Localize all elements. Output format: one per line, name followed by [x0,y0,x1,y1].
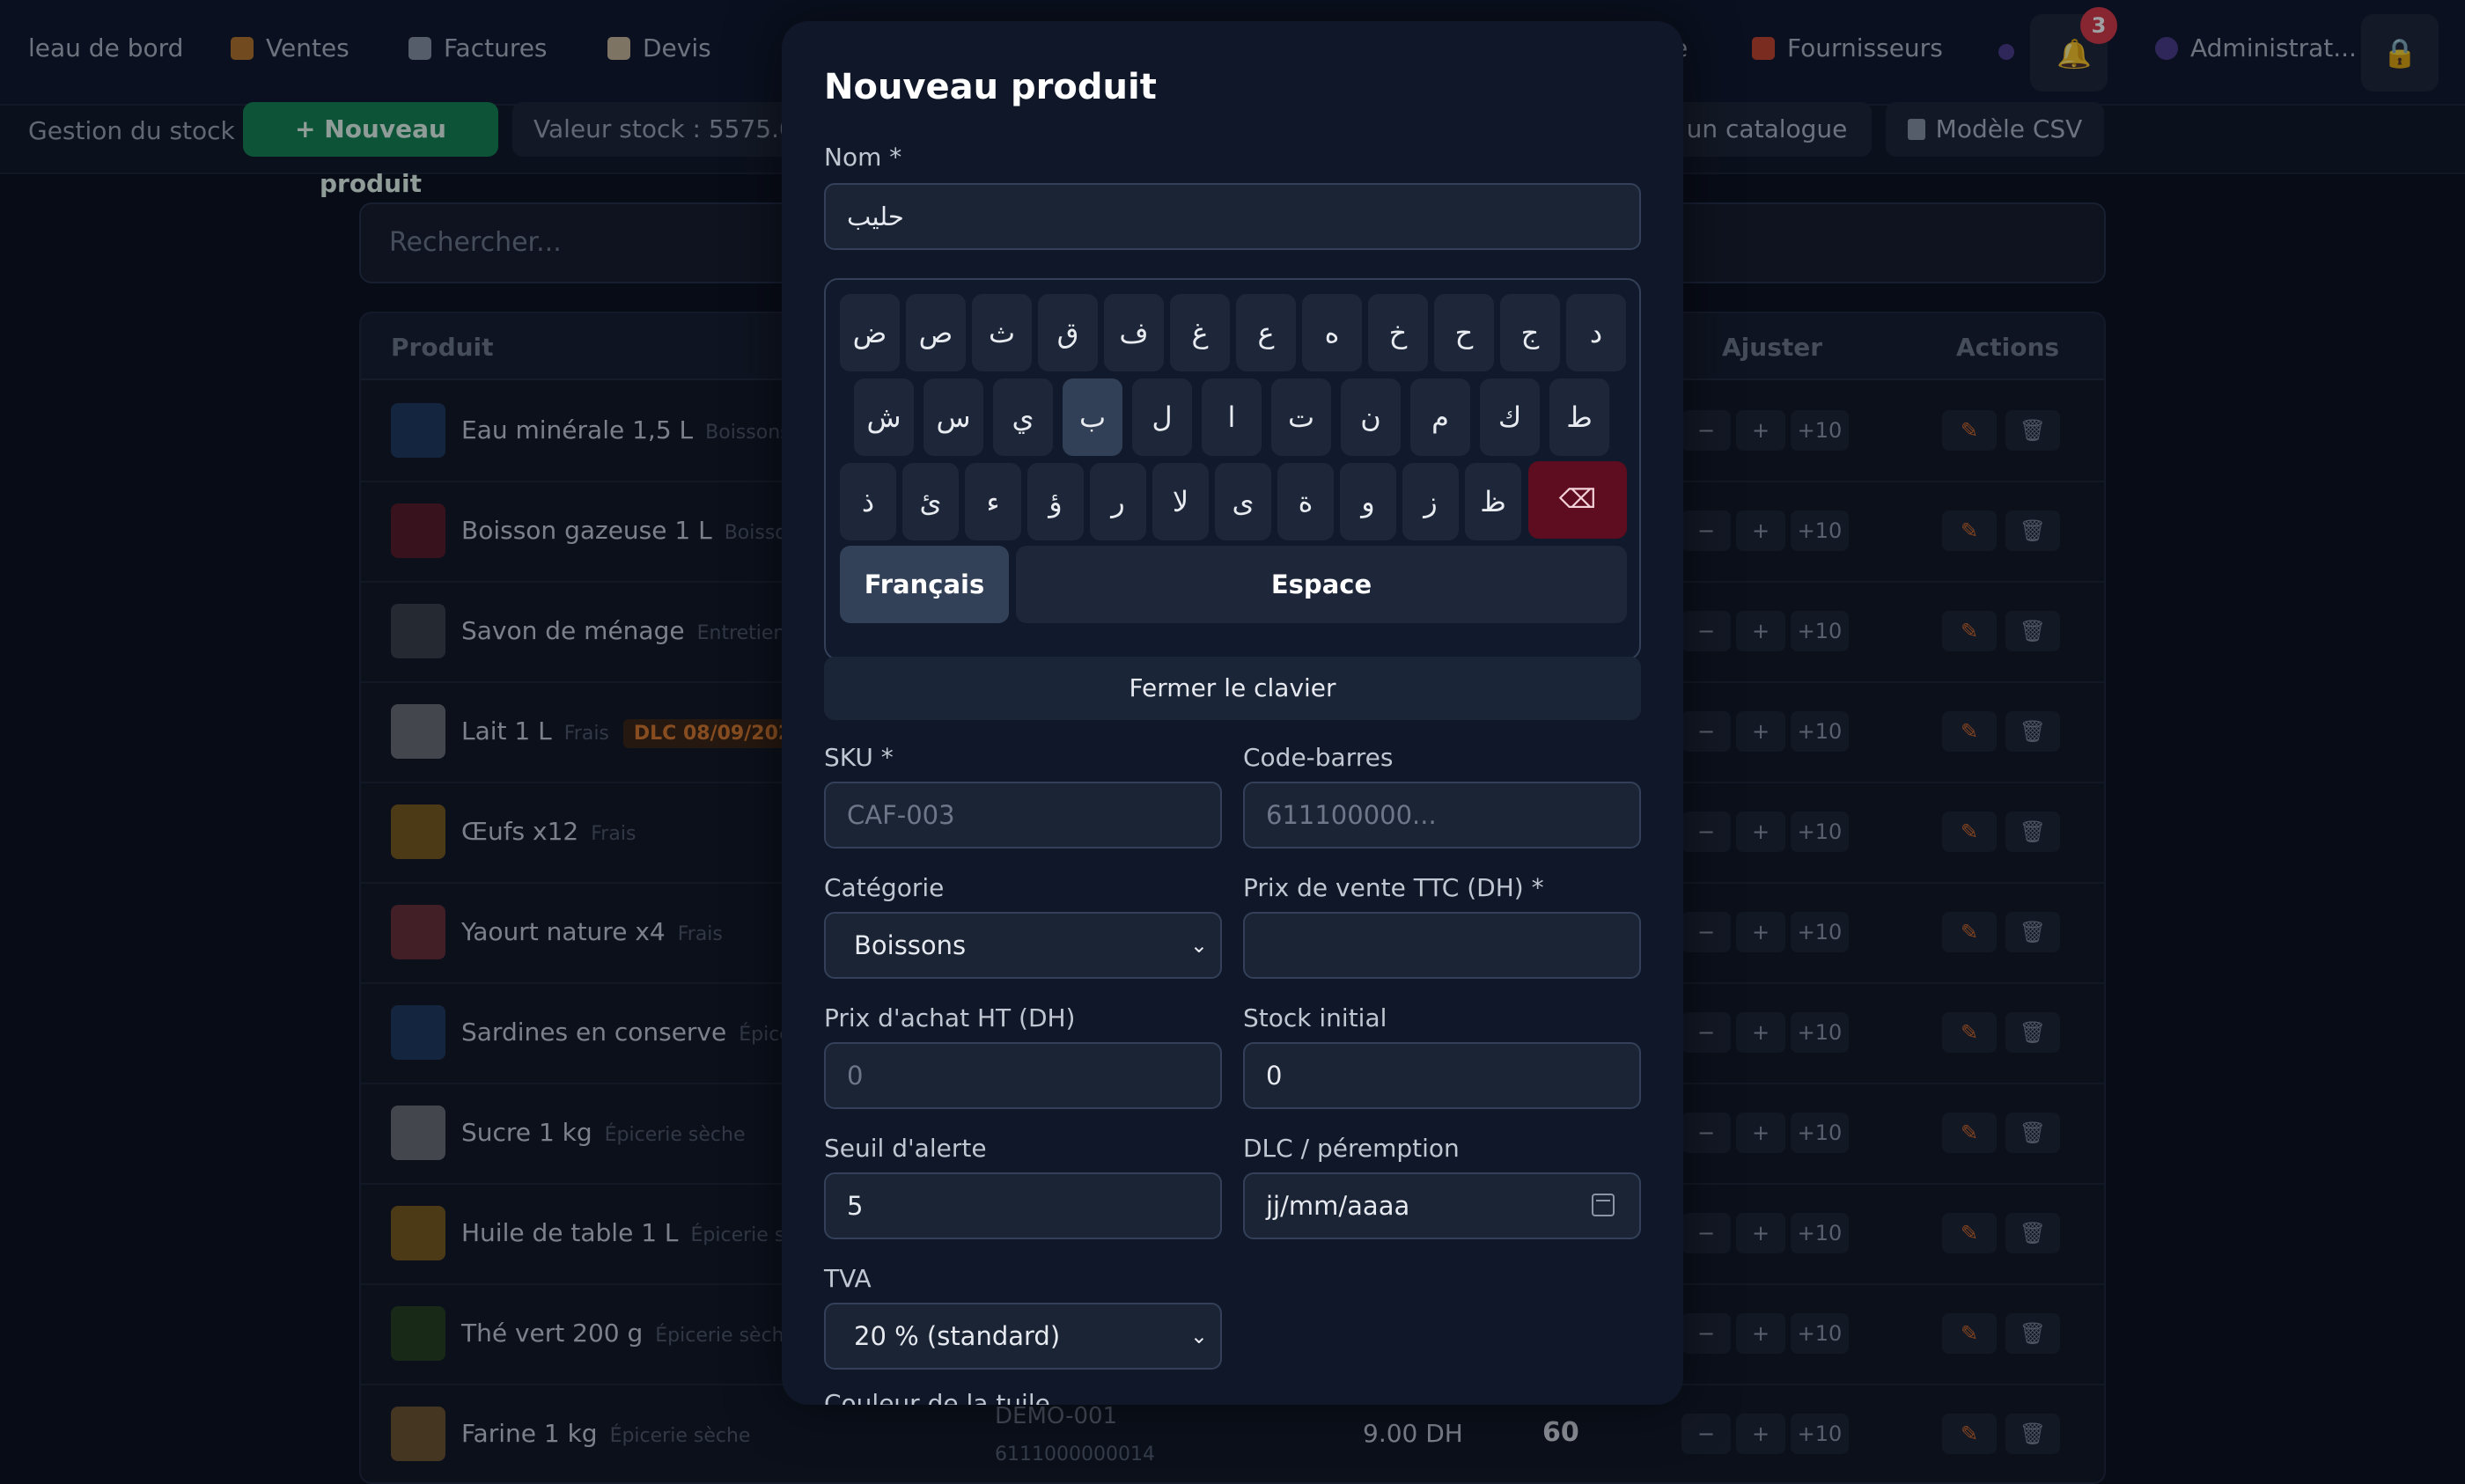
keyboard-key[interactable]: و [1340,463,1396,540]
sale-price-input[interactable] [1243,912,1641,979]
keyboard-key[interactable]: ء [965,463,1021,540]
initial-stock-label: Stock initial [1243,1003,1387,1032]
dlc-label: DLC / péremption [1243,1134,1460,1163]
space-key[interactable]: Espace [1016,546,1627,623]
name-label: Nom * [824,143,902,172]
keyboard-key[interactable]: ص [906,294,966,371]
language-switch-button[interactable]: Français [840,546,1009,623]
keyboard-key[interactable]: غ [1170,294,1230,371]
keyboard-key[interactable]: ذ [840,463,896,540]
keyboard-key[interactable]: ج [1500,294,1560,371]
keyboard-key[interactable]: ط [1549,378,1609,456]
keyboard-key[interactable]: ظ [1465,463,1521,540]
tile-color-label: Couleur de la tuile [824,1389,1050,1405]
sku-label: SKU * [824,743,894,772]
keyboard-key[interactable]: ى [1215,463,1271,540]
category-select[interactable]: Boissons ⌄ [824,912,1222,979]
alert-threshold-label: Seuil d'alerte [824,1134,987,1163]
category-label: Catégorie [824,873,945,902]
category-select-value: Boissons [854,930,967,960]
barcode-label: Code-barres [1243,743,1394,772]
keyboard-key[interactable]: ؤ [1027,463,1084,540]
name-input[interactable]: حليب [824,183,1641,250]
tva-select[interactable]: 20 % (standard) ⌄ [824,1303,1222,1370]
keyboard-key[interactable]: ه [1302,294,1362,371]
backspace-key[interactable]: ⌫ [1528,461,1627,539]
chevron-down-icon: ⌄ [1189,933,1208,958]
barcode-input[interactable]: 611100000... [1243,782,1641,849]
new-product-modal: Nouveau produit Nom * حليب ⌫ Français Es… [782,21,1683,1405]
keyboard-key[interactable]: ق [1038,294,1098,371]
keyboard-key[interactable]: ن [1341,378,1401,456]
purchase-price-input[interactable]: 0 [824,1042,1222,1109]
keyboard-key[interactable]: لا [1152,463,1209,540]
tva-select-value: 20 % (standard) [854,1321,1061,1351]
keyboard-key[interactable]: ا [1202,378,1262,456]
keyboard-key[interactable]: ب [1063,378,1122,456]
initial-stock-input[interactable]: 0 [1243,1042,1641,1109]
keyboard-key[interactable]: س [923,378,983,456]
keyboard-key[interactable]: ح [1434,294,1494,371]
keyboard-key[interactable]: ئ [902,463,959,540]
keyboard-key[interactable]: ي [993,378,1053,456]
close-keyboard-button[interactable]: Fermer le clavier [824,657,1641,720]
dlc-placeholder: jj/mm/aaaa [1266,1191,1410,1221]
calendar-icon[interactable] [1592,1194,1615,1216]
keyboard-key[interactable]: ض [840,294,900,371]
tva-label: TVA [824,1264,872,1293]
sale-price-label: Prix de vente TTC (DH) * [1243,873,1544,902]
keyboard-key[interactable]: ت [1271,378,1331,456]
chevron-down-icon: ⌄ [1189,1324,1208,1348]
sku-input[interactable]: CAF-003 [824,782,1222,849]
keyboard-key[interactable]: د [1566,294,1626,371]
keyboard-key[interactable]: ث [972,294,1032,371]
keyboard-key[interactable]: ل [1132,378,1192,456]
keyboard-key[interactable]: ع [1236,294,1296,371]
keyboard-key[interactable]: ز [1402,463,1459,540]
dlc-date-input[interactable]: jj/mm/aaaa [1243,1172,1641,1239]
keyboard-key[interactable]: ف [1104,294,1164,371]
keyboard-key[interactable]: ر [1090,463,1146,540]
keyboard-key[interactable]: ة [1277,463,1334,540]
keyboard-key[interactable]: ك [1480,378,1540,456]
modal-title: Nouveau produit [824,67,1157,107]
keyboard-key[interactable]: م [1410,378,1470,456]
purchase-price-label: Prix d'achat HT (DH) [824,1003,1076,1032]
keyboard-key[interactable]: ش [854,378,914,456]
alert-threshold-input[interactable]: 5 [824,1172,1222,1239]
keyboard-key[interactable]: خ [1368,294,1428,371]
arabic-virtual-keyboard: ⌫ Français Espace ضصثقفغعهخحجدشسيبلاتنمك… [824,278,1641,660]
